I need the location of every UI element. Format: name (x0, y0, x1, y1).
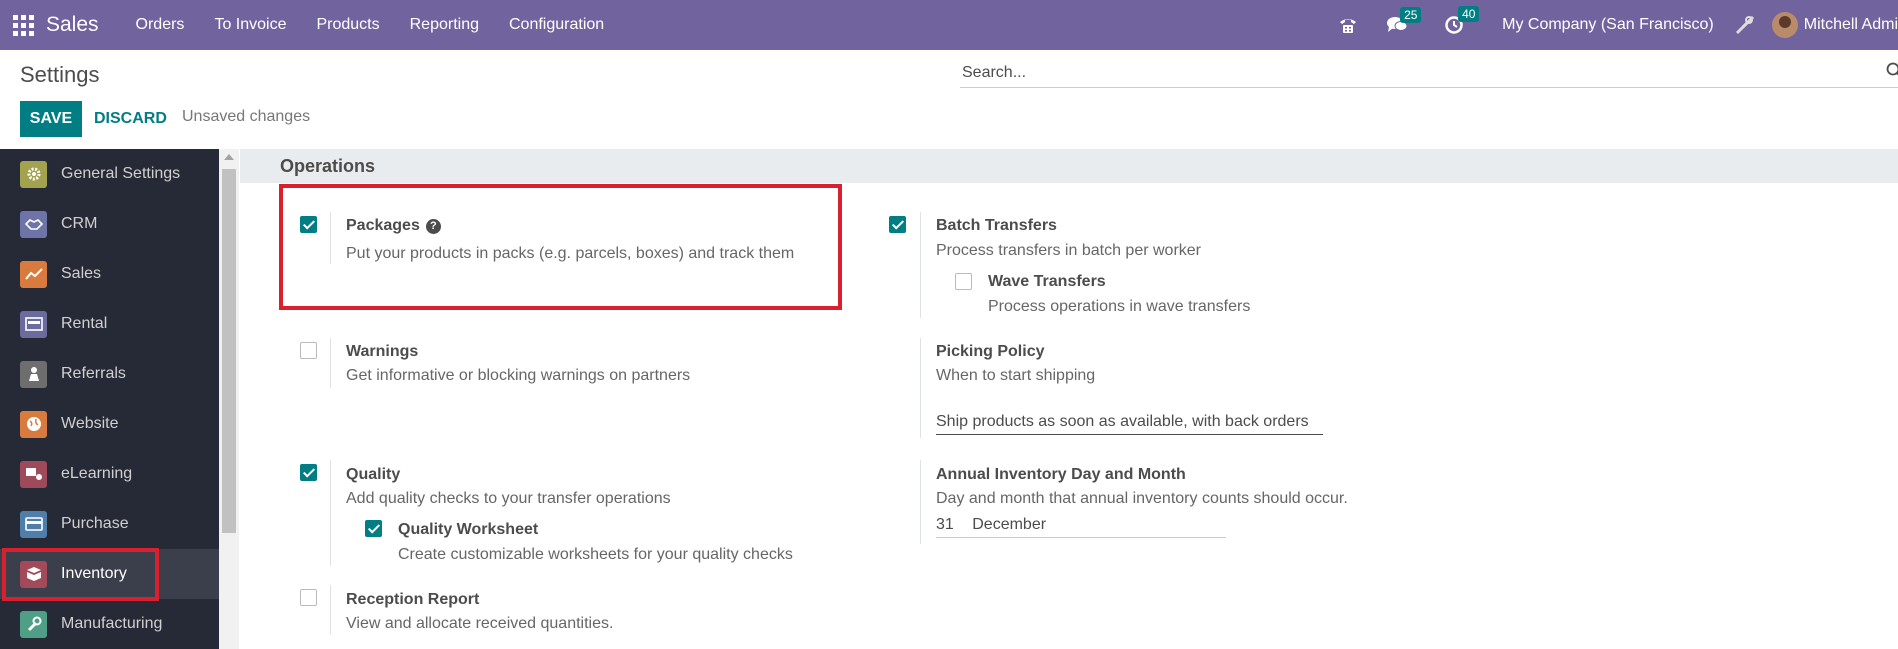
wave-transfers-title: Wave Transfers (988, 273, 1106, 290)
avatar (1771, 12, 1798, 38)
handshake-icon (20, 210, 47, 238)
sidebar-item-label: Manufacturing (61, 615, 163, 632)
sidebar-item-website[interactable]: Website (0, 399, 219, 449)
sidebar-item-manufacturing[interactable]: Manufacturing (0, 599, 219, 649)
sidebar-item-label: Purchase (61, 515, 129, 532)
page-title: Settings (20, 62, 100, 87)
section-header-operations: Operations (240, 149, 1898, 183)
user-name: Mitchell Admi (1803, 16, 1898, 33)
scroll-up-arrow-icon[interactable] (224, 154, 234, 160)
annual-inventory-description: Day and month that annual inventory coun… (936, 490, 1348, 507)
packages-highlight-box (279, 184, 842, 310)
rental-icon (20, 310, 47, 338)
menu-item-orders[interactable]: Orders (121, 16, 200, 34)
sidebar-item-purchase[interactable]: Purchase (0, 499, 219, 549)
app-name[interactable]: Sales (46, 13, 99, 37)
picking-policy-description: When to start shipping (936, 367, 1096, 384)
divider (330, 585, 331, 635)
sidebar-scrollbar[interactable] (219, 149, 239, 649)
divider (330, 460, 331, 566)
app-menu-grid-icon[interactable] (0, 0, 46, 50)
debug-tools-icon[interactable] (1734, 14, 1756, 36)
activity-count-badge: 40 (1458, 6, 1480, 22)
warnings-description: Get informative or blocking warnings on … (346, 367, 691, 384)
menu-item-reporting[interactable]: Reporting (395, 16, 494, 34)
divider (920, 460, 921, 544)
quality-checkbox[interactable] (300, 464, 317, 481)
reception-report-description: View and allocate received quantities. (346, 615, 614, 632)
divider (920, 338, 921, 438)
sidebar-item-label: Rental (61, 315, 108, 332)
sidebar-item-referrals[interactable]: Referrals (0, 349, 219, 399)
save-button[interactable]: SAVE (20, 101, 82, 137)
navbar-systray: 25 40 My Company (San Francisco) Mitchel… (1324, 0, 1898, 50)
sidebar-item-label: Sales (61, 265, 102, 282)
section-title: Operations (280, 155, 376, 176)
quality-worksheet-checkbox[interactable] (365, 520, 382, 537)
discard-button[interactable]: DISCARD (94, 101, 167, 137)
quality-worksheet-title: Quality Worksheet (398, 521, 539, 538)
sidebar-item-label: eLearning (61, 465, 133, 482)
annual-inventory-title: Annual Inventory Day and Month (936, 466, 1186, 483)
chart-line-icon (20, 260, 47, 288)
referrals-icon (20, 360, 47, 388)
sidebar-item-label: Referrals (61, 365, 126, 382)
sidebar-item-label: General Settings (61, 165, 181, 182)
sidebar-item-sales[interactable]: Sales (0, 249, 219, 299)
chat-count-badge: 25 (1400, 7, 1422, 23)
menu-item-to-invoice[interactable]: To Invoice (199, 16, 301, 34)
picking-policy-select[interactable]: Ship products as soon as available, with… (936, 413, 1323, 435)
quality-description: Add quality checks to your transfer oper… (346, 490, 671, 507)
globe-icon (20, 410, 47, 438)
sidebar-item-label: Website (61, 415, 119, 432)
inventory-highlight-box (2, 548, 159, 601)
menu-item-products[interactable]: Products (301, 16, 394, 34)
wave-transfers-checkbox[interactable] (955, 273, 972, 290)
annual-inventory-month-select[interactable]: December (972, 516, 1046, 533)
search-input[interactable] (960, 60, 1898, 86)
wrench-icon (20, 610, 47, 638)
batch-transfers-description: Process transfers in batch per worker (936, 242, 1201, 259)
company-switcher[interactable]: My Company (San Francisco) (1502, 16, 1714, 34)
sidebar-item-elearning[interactable]: eLearning (0, 449, 219, 499)
reception-report-title: Reception Report (346, 591, 480, 608)
search-bar (960, 60, 1898, 88)
sidebar-item-crm[interactable]: CRM (0, 199, 219, 249)
chat-icon[interactable]: 25 (1386, 7, 1422, 34)
top-navbar: Sales Orders To Invoice Products Reporti… (0, 0, 1898, 50)
picking-policy-title: Picking Policy (936, 343, 1045, 360)
sidebar-item-label: CRM (61, 215, 98, 232)
activity-clock-icon[interactable]: 40 (1444, 6, 1480, 35)
batch-transfers-title: Batch Transfers (936, 217, 1057, 234)
annual-inventory-day-month-field: 31 December (936, 516, 1226, 538)
scrollbar-thumb[interactable] (222, 169, 236, 533)
search-icon[interactable] (1886, 62, 1898, 85)
batch-transfers-checkbox[interactable] (889, 216, 906, 233)
unsaved-changes-status: Unsaved changes (182, 108, 311, 125)
quality-title: Quality (346, 466, 401, 483)
phone-icon[interactable] (1338, 16, 1358, 34)
user-menu[interactable]: Mitchell Admi (1771, 12, 1898, 38)
sidebar-item-general-settings[interactable]: General Settings (0, 149, 219, 199)
warnings-title: Warnings (346, 343, 419, 360)
warnings-checkbox[interactable] (300, 342, 317, 359)
main-menu: Orders To Invoice Products Reporting Con… (121, 16, 620, 34)
divider (330, 338, 331, 388)
reception-report-checkbox[interactable] (300, 589, 317, 606)
quality-worksheet-description: Create customizable worksheets for your … (398, 546, 793, 563)
annual-inventory-day-input[interactable]: 31 (936, 516, 954, 533)
divider (920, 212, 921, 318)
elearning-icon (20, 460, 47, 488)
sidebar-item-rental[interactable]: Rental (0, 299, 219, 349)
gear-icon (20, 160, 47, 188)
wave-transfers-description: Process operations in wave transfers (988, 298, 1251, 315)
menu-item-configuration[interactable]: Configuration (494, 16, 619, 34)
credit-card-icon (20, 510, 47, 538)
